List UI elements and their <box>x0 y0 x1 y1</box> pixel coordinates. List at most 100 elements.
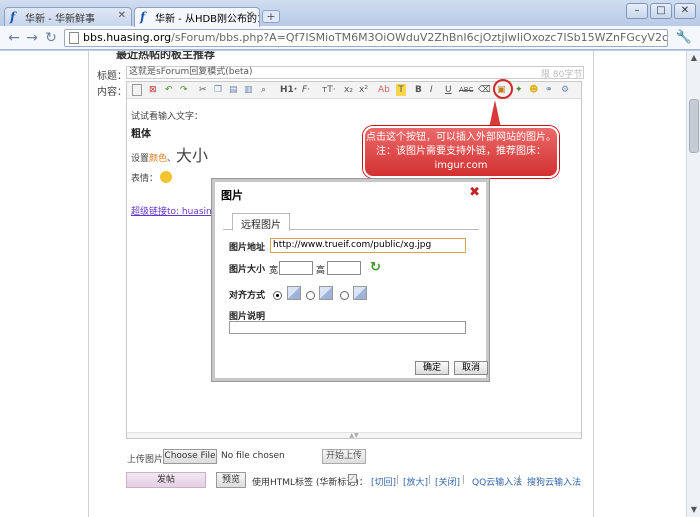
new-tab-button[interactable]: + <box>262 10 280 23</box>
unlink-icon[interactable]: ⚙ <box>561 84 569 96</box>
flash-icon[interactable]: ✦ <box>515 84 523 96</box>
browser-tab-title: 华新 - 从HDB刚公布的11月 <box>155 14 259 25</box>
bold-icon[interactable]: B <box>415 84 422 96</box>
callout-tail <box>489 100 501 128</box>
redo-icon[interactable]: ↷ <box>180 84 188 96</box>
link-qq-input[interactable]: QQ云输入法 <box>472 475 522 488</box>
preview-button[interactable]: 预览 <box>216 472 246 488</box>
favicon-icon: f <box>140 10 146 24</box>
link-separator: | <box>518 475 522 485</box>
html-tags-checkbox[interactable]: ✓ <box>348 474 357 483</box>
title-counter: 限 80字节 <box>541 70 583 80</box>
editor-emoji-line: 表情： <box>131 171 173 184</box>
find-icon[interactable]: ⌕ <box>261 84 266 96</box>
page-icon <box>69 32 79 44</box>
copy-icon[interactable]: ❐ <box>214 84 222 96</box>
address-path: /sForum/bbs.php?A=Qf7ISMioTM6M3OiOWduV2Z… <box>171 31 668 44</box>
source-icon[interactable] <box>132 84 142 96</box>
editor-resize-handle[interactable]: ▲▼ <box>127 432 581 439</box>
align-left-radio[interactable] <box>306 291 315 300</box>
undo-icon[interactable]: ↶ <box>165 84 173 96</box>
editor-color-line: 设置颜色、大小 <box>131 142 208 166</box>
scroll-up-icon[interactable]: ▲ <box>688 52 700 64</box>
link-close[interactable]: [关闭] <box>435 475 460 488</box>
heading-icon[interactable]: H1· <box>280 84 297 96</box>
post-button[interactable]: 发帖 <box>126 472 206 488</box>
section-heading: 最近热帖的板主推荐 <box>116 51 215 61</box>
color-word: 颜色 <box>149 154 168 164</box>
upload-label: 上传图片: <box>127 455 167 465</box>
image-description-input[interactable] <box>229 321 466 334</box>
italic-icon[interactable]: I <box>430 84 433 96</box>
align-right-radio[interactable] <box>340 291 349 300</box>
link-enlarge[interactable]: [放大] <box>403 475 428 488</box>
browser-titlebar: f 华新 - 华新鲜事 ✕ f 华新 - 从HDB刚公布的11月 ✕ + – □… <box>0 0 700 27</box>
dialog-tabbar: 远程图片 <box>223 213 479 231</box>
superscript-icon[interactable]: x² <box>359 84 368 96</box>
font-size-icon[interactable]: тT· <box>322 84 336 96</box>
address-host: bbs.huasing.org <box>83 31 172 44</box>
tab-close-icon[interactable]: ✕ <box>246 10 254 21</box>
paste-icon[interactable]: ▤ <box>229 84 238 96</box>
image-url-input[interactable]: http://www.trueif.com/public/xg.jpg <box>270 238 466 253</box>
width-input[interactable] <box>279 261 313 275</box>
strikethrough-icon[interactable]: ABC <box>459 84 473 96</box>
text-color-icon[interactable]: Ab <box>378 84 390 96</box>
content-label: 内容： <box>97 87 127 98</box>
start-upload-button[interactable]: 开始上传 <box>322 449 366 464</box>
height-label: 高 <box>316 266 326 276</box>
size-label: 图片大小 <box>229 265 266 275</box>
address-bar[interactable]: bbs.huasing.org/sForum/bbs.php?A=Qf7ISMi… <box>64 29 668 47</box>
title-input[interactable]: 这就是sForum回复模式(beta) <box>126 66 584 79</box>
no-file-text: No file chosen <box>221 451 285 461</box>
link-separator: | <box>428 475 432 485</box>
close-window-button[interactable]: ✕ <box>674 3 696 19</box>
link-switch-back[interactable]: [切回] <box>371 475 396 488</box>
url-label: 图片地址 <box>229 243 266 253</box>
minimize-button[interactable]: – <box>626 3 648 19</box>
paste-text-icon[interactable]: ▥ <box>244 84 253 96</box>
close-icon[interactable]: ✖ <box>469 185 480 200</box>
image-dialog: 图片 ✖ 远程图片 图片地址 http://www.trueif.com/pub… <box>212 179 489 381</box>
link-separator: | <box>396 475 400 485</box>
highlight-icon[interactable]: T <box>396 84 406 96</box>
browser-tab-1[interactable]: f 华新 - 华新鲜事 ✕ <box>4 7 132 26</box>
image-button-highlight <box>493 79 513 99</box>
align-right-icon <box>353 286 367 300</box>
wrench-menu-icon[interactable]: 🔧 <box>676 30 692 45</box>
smiley-icon <box>160 171 173 183</box>
forward-icon[interactable]: → <box>24 30 40 46</box>
tab-remote-image[interactable]: 远程图片 <box>232 213 290 231</box>
maximize-button[interactable]: □ <box>650 3 672 19</box>
scroll-thumb[interactable] <box>689 99 699 153</box>
cancel-button[interactable]: 取消 <box>454 361 488 375</box>
align-none-icon <box>287 286 301 300</box>
favicon-icon: f <box>10 10 16 24</box>
title-label: 标题： <box>97 71 127 82</box>
link-sogou-input[interactable]: 搜狗云输入法 <box>527 475 581 488</box>
browser-tab-2[interactable]: f 华新 - 从HDB刚公布的11月 ✕ <box>134 7 260 27</box>
underline-icon[interactable]: U <box>445 84 452 96</box>
back-icon[interactable]: ← <box>6 30 22 46</box>
reload-icon[interactable]: ↻ <box>43 30 59 46</box>
page-scrollbar[interactable]: ▲ ▼ <box>686 51 700 517</box>
align-none-radio[interactable] <box>273 291 282 300</box>
cut-icon[interactable]: ✂ <box>199 84 207 96</box>
emoticon-icon[interactable]: ☻ <box>529 84 538 96</box>
browser-toolbar: ← → ↻ bbs.huasing.org/sForum/bbs.php?A=Q… <box>0 26 700 50</box>
callout-tooltip: 点击这个按钮，可以插入外部网站的图片。注：该图片需要支持外链，推荐图床：imgu… <box>363 126 559 178</box>
window-controls: – □ ✕ <box>626 3 696 19</box>
font-family-icon[interactable]: F· <box>302 84 310 96</box>
choose-file-button[interactable]: Choose File <box>163 449 217 464</box>
ok-button[interactable]: 确定 <box>415 361 449 375</box>
color-sep: 、 <box>167 154 177 164</box>
reset-size-icon[interactable]: ↻ <box>370 260 381 275</box>
subscript-icon[interactable]: x₂ <box>344 84 353 96</box>
height-input[interactable] <box>327 261 361 275</box>
editor-toolbar: ⊠ ↶ ↷ ✂ ❐ ▤ ▥ ⌕ H1· F· тT· x₂ x² Ab T B … <box>127 79 581 99</box>
eraser-icon[interactable]: ⌫ <box>478 84 491 96</box>
scroll-down-icon[interactable]: ▼ <box>688 504 700 516</box>
remove-format-icon[interactable]: ⊠ <box>149 84 157 96</box>
tab-close-icon[interactable]: ✕ <box>118 10 126 21</box>
link-icon[interactable]: ⚭ <box>545 84 553 96</box>
